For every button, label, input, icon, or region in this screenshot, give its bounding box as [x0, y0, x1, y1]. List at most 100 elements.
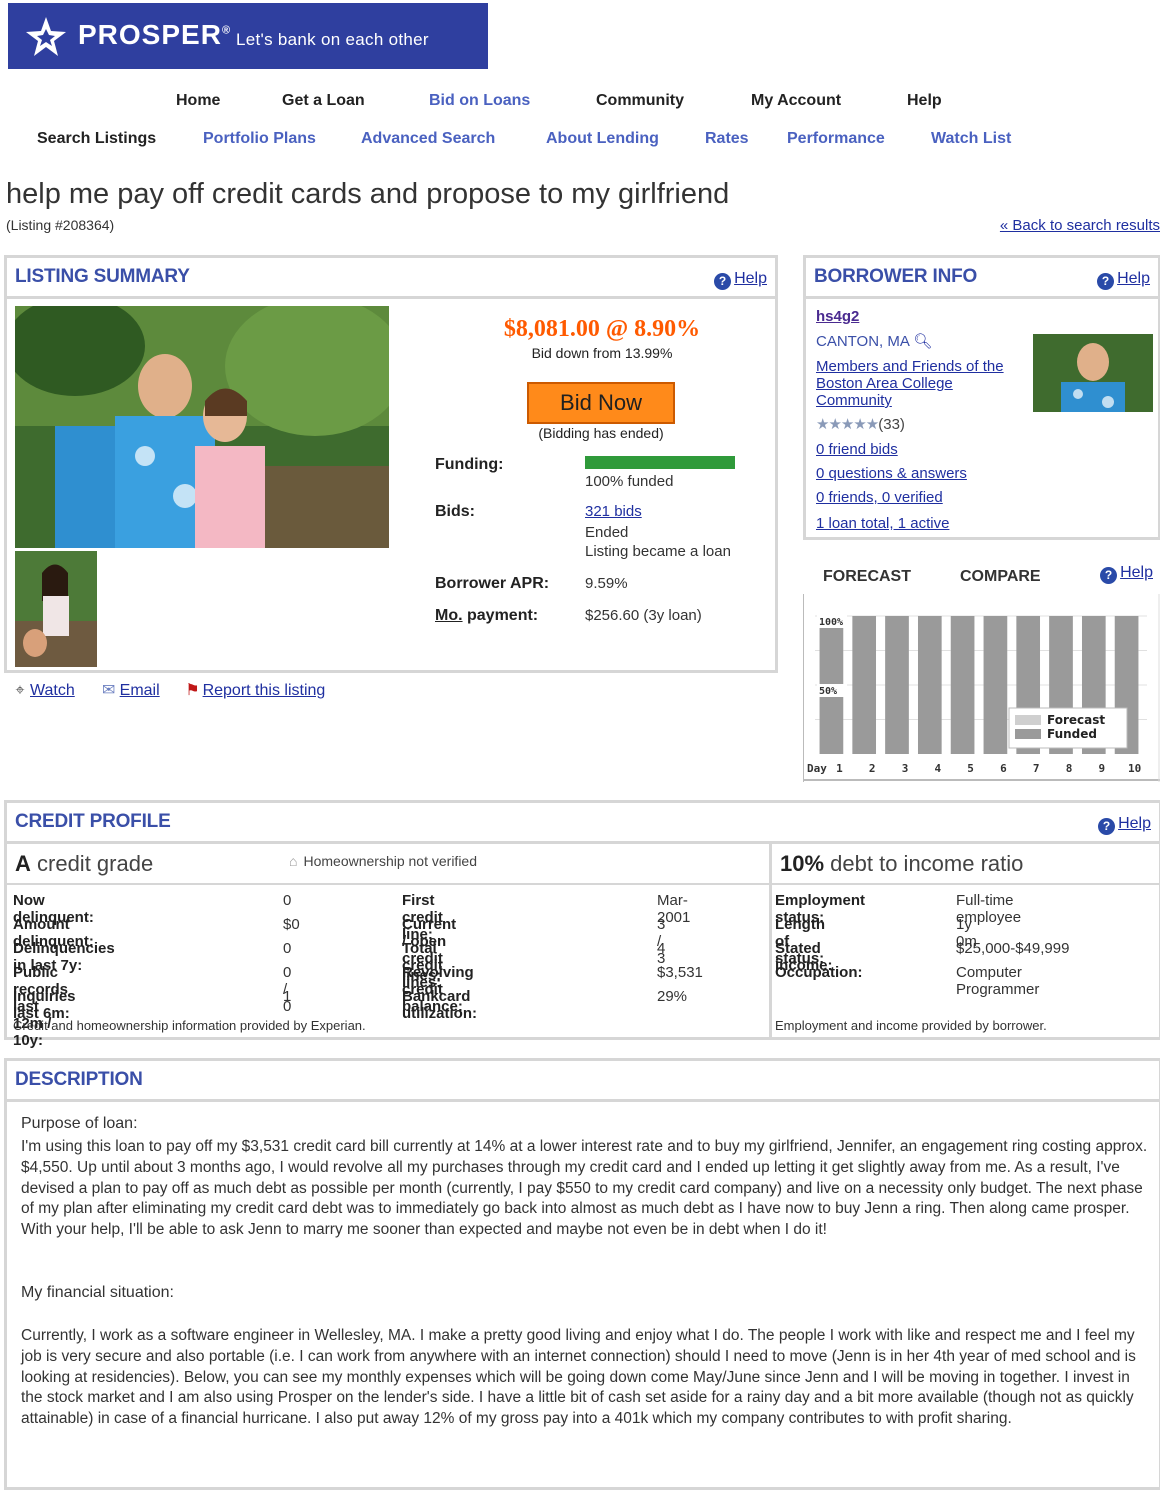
- x-tick-label: 6: [1000, 762, 1007, 775]
- listing-thumbnail[interactable]: [15, 551, 97, 667]
- panel-header: DESCRIPTION: [7, 1061, 1159, 1102]
- loans-link[interactable]: 1 loan total, 1 active: [816, 515, 949, 532]
- bidding-status: (Bidding has ended): [538, 425, 664, 441]
- legend-swatch-forecast: [1015, 715, 1041, 725]
- nav-my-account[interactable]: My Account: [751, 92, 841, 110]
- debt-to-income: 10% debt to income ratio: [780, 851, 1024, 876]
- bid-now-button[interactable]: Bid Now: [527, 382, 675, 424]
- rating-stars-icon: ★★★★★: [816, 416, 879, 433]
- payment-label: Mo. payment:: [435, 607, 539, 624]
- friend-bids-link[interactable]: 0 friend bids: [816, 441, 898, 458]
- help-link[interactable]: ? Help: [1097, 270, 1150, 290]
- friends-link[interactable]: 0 friends, 0 verified: [816, 489, 943, 506]
- x-tick-label: 5: [967, 762, 974, 775]
- help-link[interactable]: ? Help: [714, 270, 767, 290]
- house-icon: ⌂: [289, 853, 298, 869]
- email-link[interactable]: Email: [120, 682, 160, 699]
- panel-header: CREDIT PROFILE ? Help: [7, 803, 1159, 844]
- x-tick-label: 4: [934, 762, 941, 775]
- credit-grade-section: A credit grade ⌂ Homeownership not verifi…: [7, 841, 772, 1049]
- borrower-username[interactable]: hs4g2: [816, 308, 859, 325]
- x-tick-label: 10: [1128, 762, 1141, 775]
- nav-community[interactable]: Community: [596, 92, 684, 110]
- bids-label: Bids:: [435, 503, 475, 520]
- star-logo-icon: [26, 17, 66, 56]
- questions-link[interactable]: 0 questions & answers: [816, 465, 967, 482]
- y-tick-label: 50%: [819, 686, 837, 697]
- back-to-results-link[interactable]: « Back to search results: [1000, 217, 1160, 234]
- credit-row-value: 0: [283, 892, 292, 909]
- group-link[interactable]: Members and Friends of the Boston Area Co…: [816, 358, 1004, 409]
- listing-number: (Listing #208364): [6, 217, 115, 233]
- employment-row-value: Computer Programmer: [956, 964, 1040, 998]
- homeownership-status: ⌂ Homeownership not verified: [289, 853, 477, 869]
- forecast-tabs: FORECAST COMPARE ? Help: [803, 558, 1160, 594]
- x-tick-label: 3: [902, 762, 909, 775]
- brand-name: PROSPER®: [78, 19, 232, 50]
- employment-row-label: Occupation:: [775, 964, 863, 981]
- bar-funded-day-2: [852, 616, 877, 754]
- description-heading: DESCRIPTION: [15, 1069, 143, 1090]
- tab-compare[interactable]: COMPARE: [960, 568, 1041, 586]
- tab-forecast[interactable]: FORECAST: [823, 568, 911, 586]
- legend-label-funded: Funded: [1047, 727, 1097, 741]
- subnav-advanced-search[interactable]: Advanced Search: [361, 130, 495, 148]
- legend-label-forecast: Forecast: [1047, 713, 1105, 727]
- subnav-about-lending[interactable]: About Lending: [546, 130, 659, 148]
- prosper-logo[interactable]: PROSPER® Let's bank on each other: [8, 3, 488, 69]
- help-icon: ?: [714, 273, 732, 290]
- report-link[interactable]: Report this listing: [203, 682, 326, 699]
- x-tick-label: 1: [836, 762, 843, 775]
- situation-text: Currently, I work as a software engineer…: [21, 1327, 1136, 1428]
- panel-header: BORROWER INFO ? Help: [806, 258, 1158, 299]
- funding-progress-fill: [585, 456, 735, 469]
- bids-status: Ended: [585, 524, 629, 541]
- credit-row-value: $0: [283, 916, 300, 933]
- subnav-portfolio-plans[interactable]: Portfolio Plans: [203, 130, 316, 148]
- credit-line-row-value: $3,531: [657, 964, 703, 981]
- subnav-performance[interactable]: Performance: [787, 130, 885, 148]
- credit-grade-header: A credit grade ⌂ Homeownership not verifi…: [7, 841, 769, 885]
- apr-value: 9.59%: [585, 575, 628, 592]
- credit-profile-panel: CREDIT PROFILE ? Help A credit grade ⌂ Hom…: [4, 800, 1160, 1049]
- rating: ★★★★★(33): [816, 416, 905, 433]
- brand-tagline: Let's bank on each other: [236, 30, 429, 49]
- bid-down-text: Bid down from 13.99%: [531, 345, 673, 361]
- bar-funded-day-4: [917, 616, 942, 754]
- bar-funded-day-6: [983, 616, 1008, 754]
- credit-profile-heading: CREDIT PROFILE: [15, 811, 171, 832]
- envelope-icon: ✉: [101, 682, 116, 699]
- help-link[interactable]: ? Help: [1098, 815, 1151, 835]
- borrower-info-heading: BORROWER INFO: [814, 266, 978, 287]
- subnav-rates[interactable]: Rates: [705, 130, 749, 148]
- nav-bid-on-loans[interactable]: Bid on Loans: [429, 92, 530, 110]
- employment-row-value: $25,000-$49,999: [956, 940, 1070, 957]
- credit-line-row-value: 4: [657, 940, 666, 957]
- watch-link[interactable]: Watch: [30, 682, 75, 699]
- binoculars-icon: ⌖: [15, 682, 25, 699]
- bids-link[interactable]: 321 bids: [585, 503, 642, 520]
- nav-help[interactable]: Help: [907, 92, 942, 110]
- credit-grade: A credit grade: [15, 851, 154, 876]
- listing-actions: ⌖ Watch ✉ Email ⚑ Report this listing: [10, 680, 325, 700]
- credit-line-row-label: Bankcard utilization:: [402, 988, 477, 1022]
- nav-get-a-loan[interactable]: Get a Loan: [282, 92, 365, 110]
- credit-row-value: 1: [283, 988, 292, 1005]
- funding-progress-track: [585, 456, 735, 469]
- help-link[interactable]: ? Help: [1100, 564, 1153, 584]
- borrower-photo[interactable]: [1033, 334, 1153, 412]
- loan-amount-rate: $8,081.00 @ 8.90%: [503, 316, 701, 342]
- purpose-heading: Purpose of loan:: [21, 1115, 138, 1132]
- x-axis-prefix: Day: [807, 762, 827, 775]
- x-tick-label: 7: [1033, 762, 1040, 775]
- nav-home[interactable]: Home: [176, 92, 220, 110]
- magnifier-icon[interactable]: 🔍︎: [913, 333, 932, 350]
- subnav-search-listings[interactable]: Search Listings: [37, 130, 156, 148]
- listing-photo[interactable]: [15, 306, 389, 548]
- listing-summary-panel: LISTING SUMMARY ? Help $8,081.00 @ 8.90%…: [4, 255, 778, 673]
- help-icon: ?: [1098, 818, 1116, 835]
- listing-summary-heading: LISTING SUMMARY: [15, 266, 190, 287]
- funding-label: Funding:: [435, 456, 504, 473]
- subnav-watch-list[interactable]: Watch List: [931, 130, 1011, 148]
- dti-header: 10% debt to income ratio: [772, 841, 1160, 885]
